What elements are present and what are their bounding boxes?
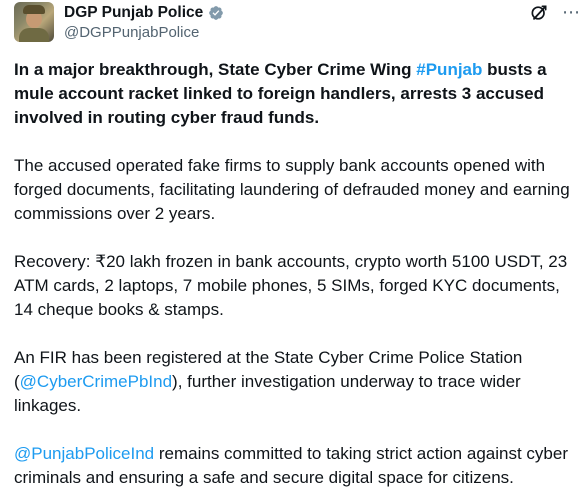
hashtag-punjab[interactable]: #Punjab [416, 60, 482, 79]
display-name[interactable]: DGP Punjab Police [64, 3, 203, 22]
mention-punjabpoliceind[interactable]: @PunjabPoliceInd [14, 444, 154, 463]
post-paragraph-5: @PunjabPoliceInd remains committed to ta… [14, 442, 579, 490]
tweet: DGP Punjab Police @DGPPunjabPolice ⋯ In … [0, 0, 585, 494]
mention-cybercrimepbind[interactable]: @CyberCrimePbInd [20, 372, 172, 391]
more-icon[interactable]: ⋯ [562, 3, 581, 21]
handle[interactable]: @DGPPunjabPolice [64, 23, 199, 42]
verified-badge-icon [209, 5, 224, 20]
lead-text-1: In a major breakthrough, State Cyber Cri… [14, 60, 417, 79]
post-paragraph-4: An FIR has been registered at the State … [14, 346, 579, 418]
post-lead: In a major breakthrough, State Cyber Cri… [14, 58, 579, 130]
post-paragraph-2: The accused operated fake firms to suppl… [14, 156, 570, 223]
post-paragraph-3: Recovery: ₹20 lakh frozen in bank accoun… [14, 252, 568, 319]
grok-icon[interactable] [529, 3, 549, 23]
post-text: In a major breakthrough, State Cyber Cri… [14, 58, 579, 494]
avatar[interactable] [14, 2, 54, 42]
name-row: DGP Punjab Police [64, 3, 224, 22]
tweet-header: DGP Punjab Police @DGPPunjabPolice ⋯ [14, 0, 585, 46]
